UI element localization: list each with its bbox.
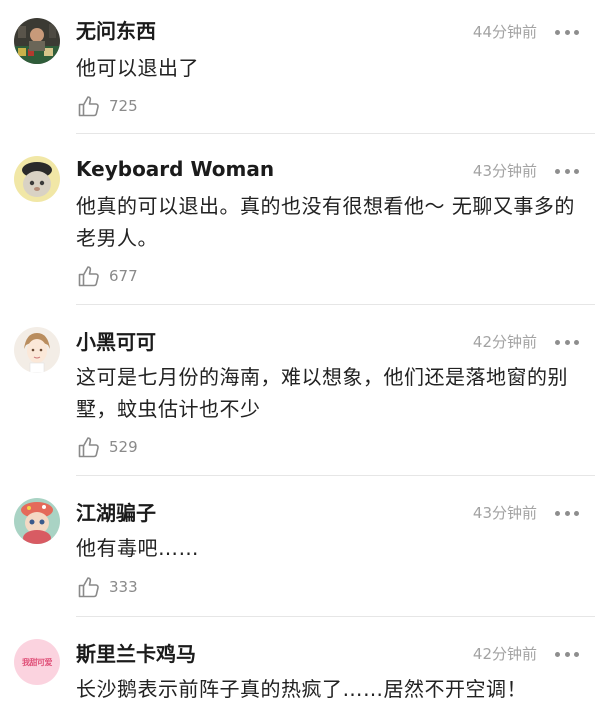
- comment-item: Keyboard Woman 43分钟前 他真的可以退出。真的也没有很想看他～ …: [0, 134, 595, 305]
- comment-text: 他有毒吧……: [76, 536, 199, 560]
- username[interactable]: Keyboard Woman: [76, 156, 274, 182]
- more-dots-icon[interactable]: [555, 502, 579, 524]
- avatar[interactable]: [14, 156, 60, 202]
- avatar[interactable]: [14, 327, 60, 373]
- comment-text: 长沙鹅表示前阵子真的热疯了……居然不开空调！: [76, 677, 527, 701]
- photo-avatar-icon: [14, 18, 60, 64]
- like-button[interactable]: 677: [77, 264, 138, 288]
- thumbs-up-icon: [78, 96, 99, 117]
- comment-item: 小黑可可 42分钟前 这可是七月份的海南，难以想象，他们还是落地窗的别墅，蚊虫估…: [0, 305, 595, 476]
- comment-item: 江湖骗子 43分钟前 他有毒吧…… 333: [0, 476, 595, 617]
- more-dots-icon[interactable]: [555, 160, 579, 182]
- more-dots-icon[interactable]: [555, 21, 579, 43]
- pink-text-avatar-icon: 我甜可爱: [22, 657, 53, 667]
- thumbs-up-icon: [78, 266, 99, 287]
- like-count: 529: [109, 438, 138, 456]
- comment-time: 42分钟前: [472, 645, 537, 663]
- cat-doll-avatar-icon: [14, 498, 60, 544]
- like-button[interactable]: 725: [77, 94, 138, 118]
- like-count: 725: [109, 97, 138, 115]
- cat-avatar-icon: [14, 156, 60, 202]
- username[interactable]: 斯里兰卡鸡马: [76, 641, 196, 667]
- like-button[interactable]: 529: [77, 435, 138, 459]
- like-count: 333: [109, 578, 138, 596]
- username[interactable]: 江湖骗子: [76, 500, 156, 526]
- comment-item: 无问东西 44分钟前 他可以退出了 725: [0, 0, 595, 134]
- username[interactable]: 无问东西: [76, 18, 156, 44]
- comment-text: 这可是七月份的海南，难以想象，他们还是落地窗的别墅，蚊虫估计也不少: [76, 365, 568, 421]
- username[interactable]: 小黑可可: [76, 329, 156, 355]
- cartoon-avatar-icon: [14, 327, 60, 373]
- comment-text: 他可以退出了: [76, 56, 199, 80]
- thumbs-up-icon: [78, 437, 99, 458]
- avatar[interactable]: 我甜可爱: [14, 639, 60, 685]
- comment-time: 43分钟前: [472, 504, 537, 522]
- more-dots-icon[interactable]: [555, 643, 579, 665]
- comment-time: 42分钟前: [472, 333, 537, 351]
- like-button[interactable]: 333: [77, 575, 138, 599]
- comment-item: 我甜可爱 斯里兰卡鸡马 42分钟前 长沙鹅表示前阵子真的热疯了……居然不开空调！: [0, 617, 595, 707]
- more-dots-icon[interactable]: [555, 331, 579, 353]
- avatar[interactable]: [14, 498, 60, 544]
- thumbs-up-icon: [78, 577, 99, 598]
- comment-time: 44分钟前: [472, 23, 537, 41]
- comment-time: 43分钟前: [472, 162, 537, 180]
- comment-text: 他真的可以退出。真的也没有很想看他～ 无聊又事多的老男人。: [76, 194, 575, 250]
- like-count: 677: [109, 267, 138, 285]
- avatar[interactable]: [14, 18, 60, 64]
